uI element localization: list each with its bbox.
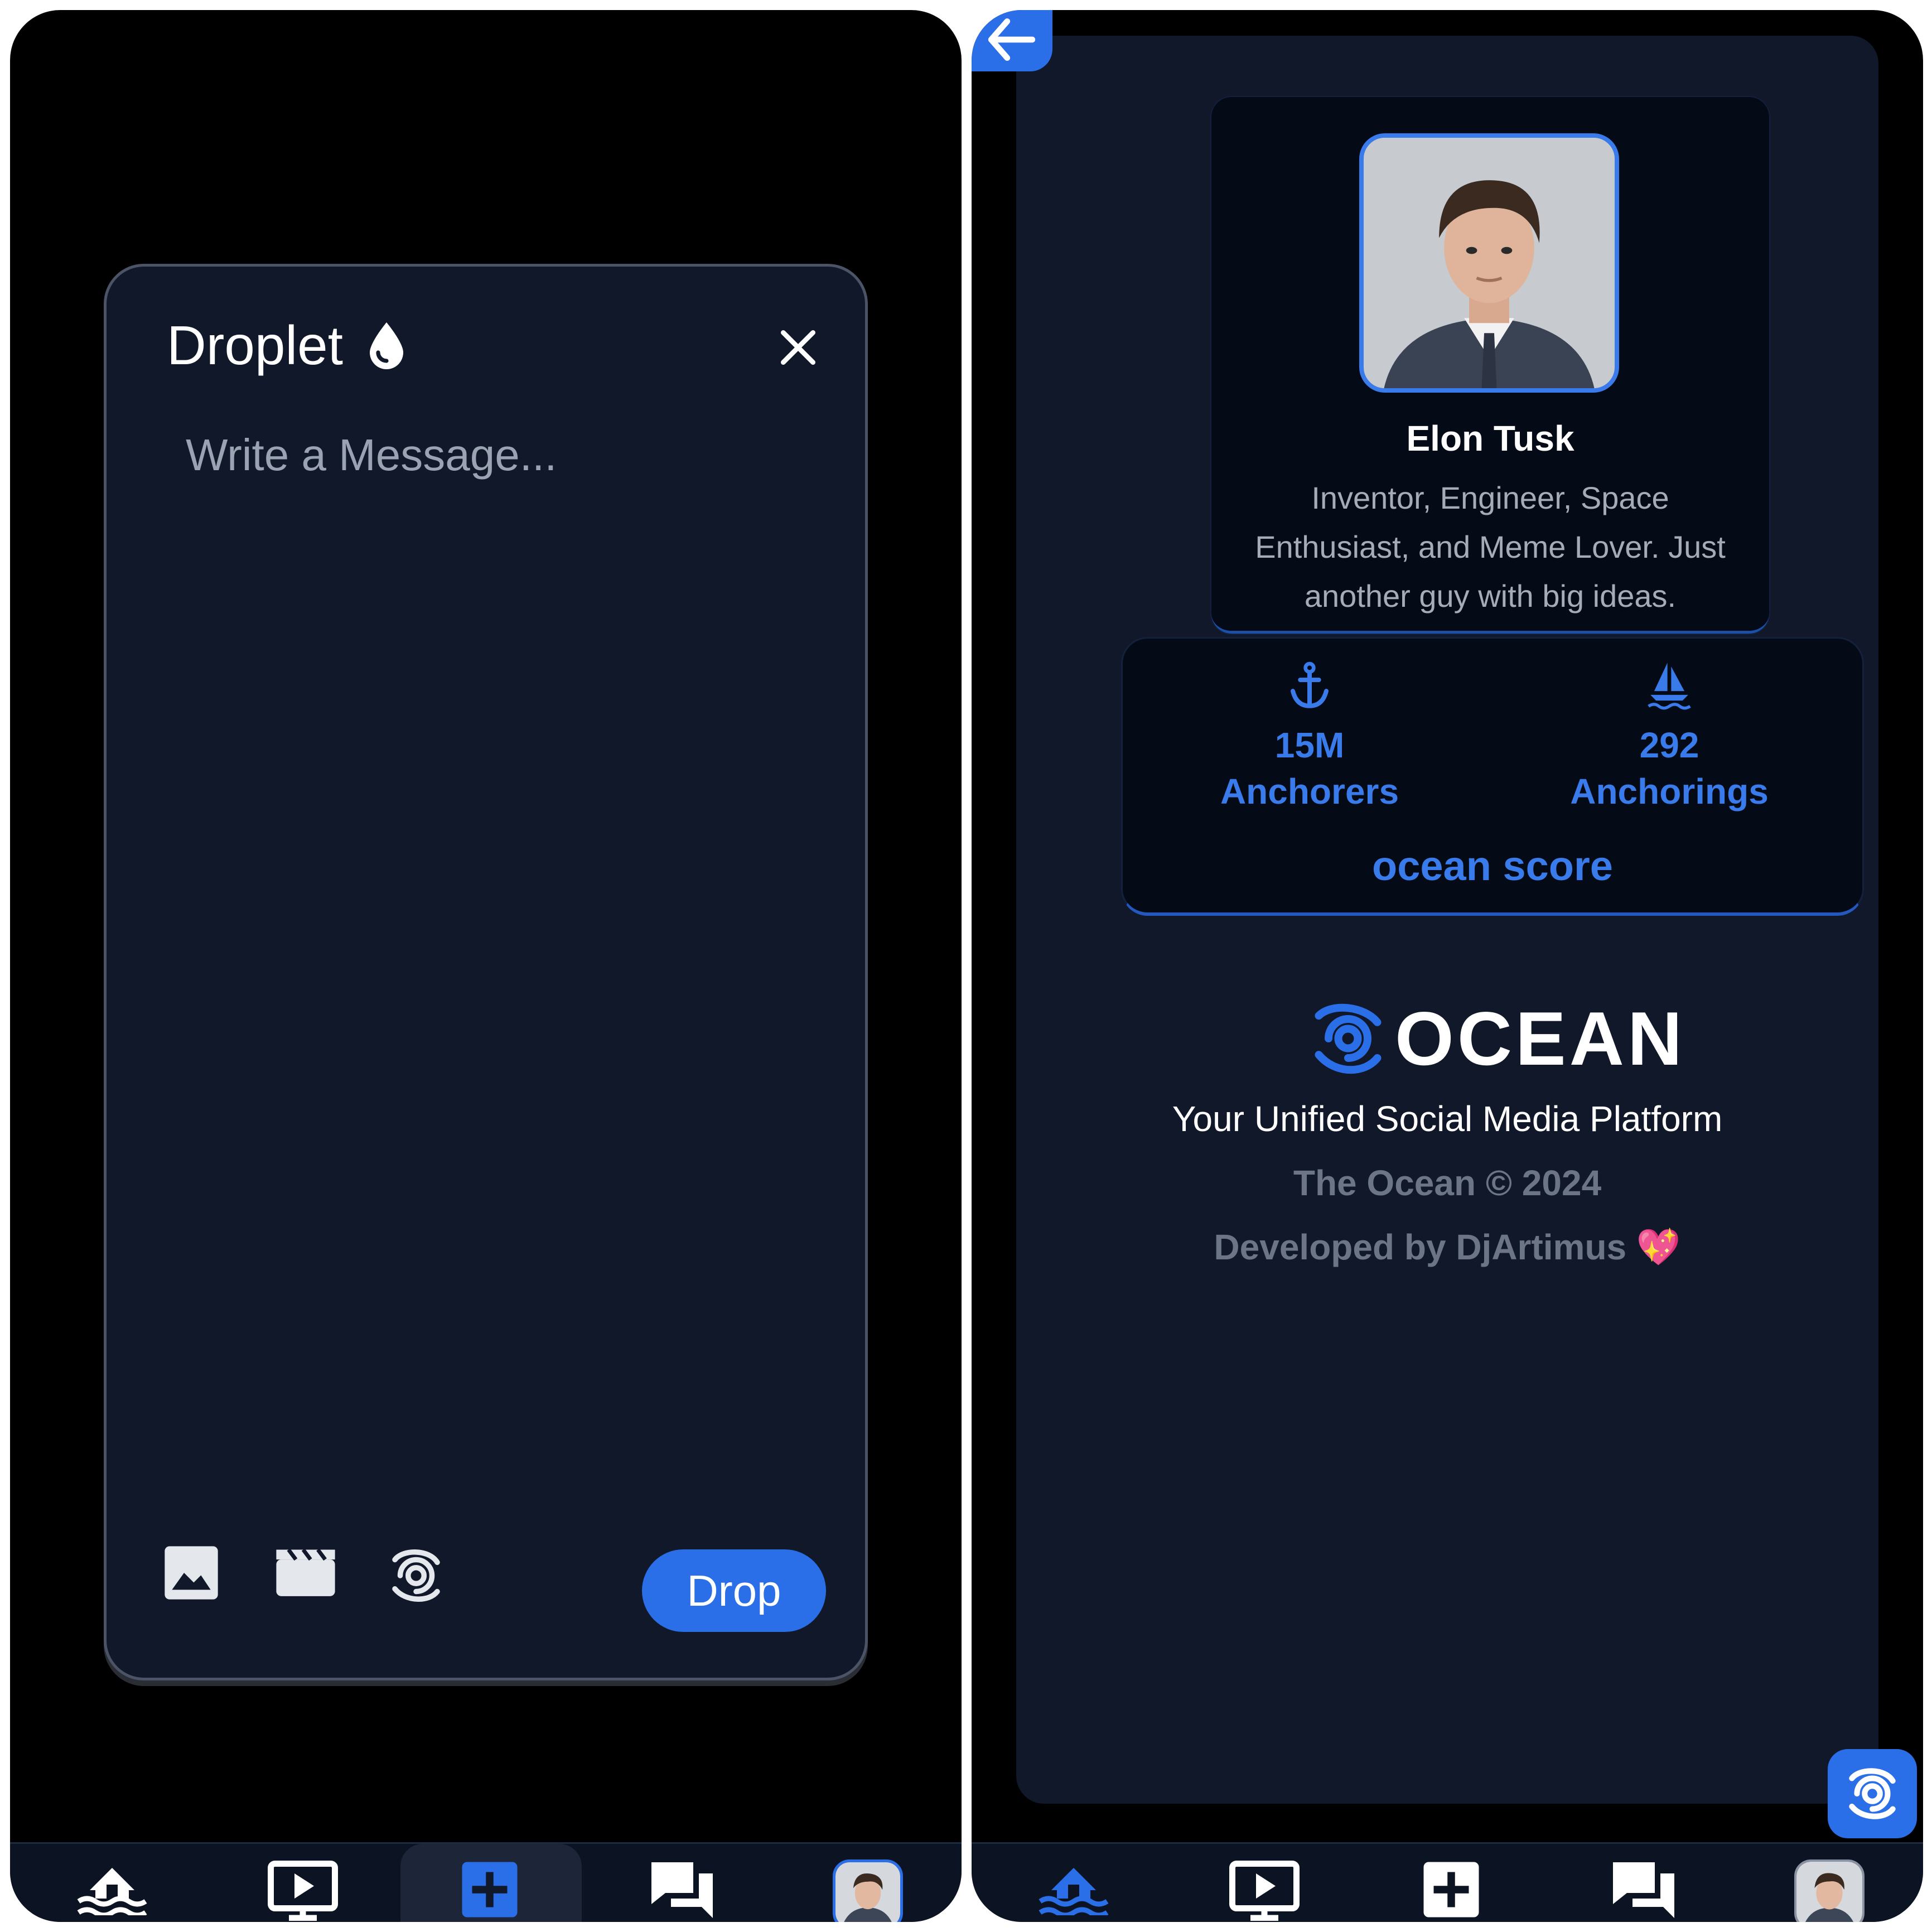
profile-panel: Elon Tusk Inventor, Engineer, Space Enth… (1016, 36, 1878, 1804)
anchor-icon (1291, 661, 1329, 708)
arrow-left-icon (988, 18, 1036, 61)
stat-value: 292 (1639, 725, 1699, 765)
tagline: Your Unified Social Media Platform (1172, 1099, 1723, 1139)
profile-screen: Elon Tusk Inventor, Engineer, Space Enth… (972, 10, 1923, 1922)
profile-avatar[interactable] (833, 1859, 903, 1922)
composer-header: Droplet (167, 314, 407, 377)
video-icon[interactable] (274, 1544, 337, 1600)
stat-anchorers[interactable]: 15M Anchorers (1181, 661, 1438, 815)
image-icon[interactable] (162, 1544, 220, 1602)
profile-avatar[interactable] (1794, 1859, 1865, 1922)
video-feed-icon[interactable] (1228, 1859, 1301, 1921)
avatar-image (835, 1862, 900, 1922)
ocean-icon[interactable] (383, 1544, 450, 1607)
back-button[interactable] (972, 10, 1052, 71)
droplet-composer: Droplet Drop (104, 264, 868, 1680)
stat-label: Anchorers (1220, 771, 1399, 812)
bottom-nav (10, 1842, 962, 1922)
avatar-image (1796, 1862, 1862, 1922)
sailboat-icon (1648, 663, 1691, 710)
messages-icon[interactable] (649, 1859, 716, 1921)
ocean-score-link[interactable]: ocean score (1123, 842, 1862, 890)
close-icon[interactable] (776, 325, 820, 370)
copyright: The Ocean © 2024 (1293, 1163, 1602, 1203)
profile-card: Elon Tusk Inventor, Engineer, Space Enth… (1211, 97, 1769, 634)
stat-label: Anchorings (1570, 771, 1769, 812)
create-icon[interactable] (460, 1859, 520, 1920)
avatar-image (1364, 138, 1615, 388)
stats-card: 15M Anchorers 292 Anchorings ocean score (1121, 637, 1864, 916)
ocean-logo-icon (1315, 1003, 1382, 1074)
composer-screen: Droplet Drop (10, 10, 962, 1922)
profile-photo (1359, 133, 1619, 393)
home-icon[interactable] (1037, 1859, 1110, 1915)
stat-value: 15M (1274, 725, 1345, 765)
developer-credit: Developed by DjArtimus 💖 (1214, 1227, 1681, 1267)
composer-title: Droplet (167, 315, 343, 376)
stat-anchorings[interactable]: 292 Anchorings (1541, 661, 1798, 815)
video-feed-icon[interactable] (267, 1859, 339, 1921)
messages-icon[interactable] (1610, 1859, 1677, 1921)
brand: OCEAN (1309, 995, 1685, 1082)
profile-bio: Inventor, Engineer, Space Enthusiast, an… (1255, 480, 1726, 614)
droplet-icon (369, 322, 403, 369)
home-icon[interactable] (76, 1859, 148, 1915)
ocean-fab[interactable] (1828, 1749, 1917, 1838)
brand-name: OCEAN (1395, 996, 1686, 1081)
profile-name: Elon Tusk (1406, 418, 1574, 458)
drop-button[interactable]: Drop (642, 1549, 826, 1632)
bottom-nav (972, 1842, 1923, 1922)
message-input[interactable] (185, 428, 789, 1379)
create-icon[interactable] (1421, 1859, 1481, 1920)
ocean-icon (1849, 1768, 1896, 1819)
